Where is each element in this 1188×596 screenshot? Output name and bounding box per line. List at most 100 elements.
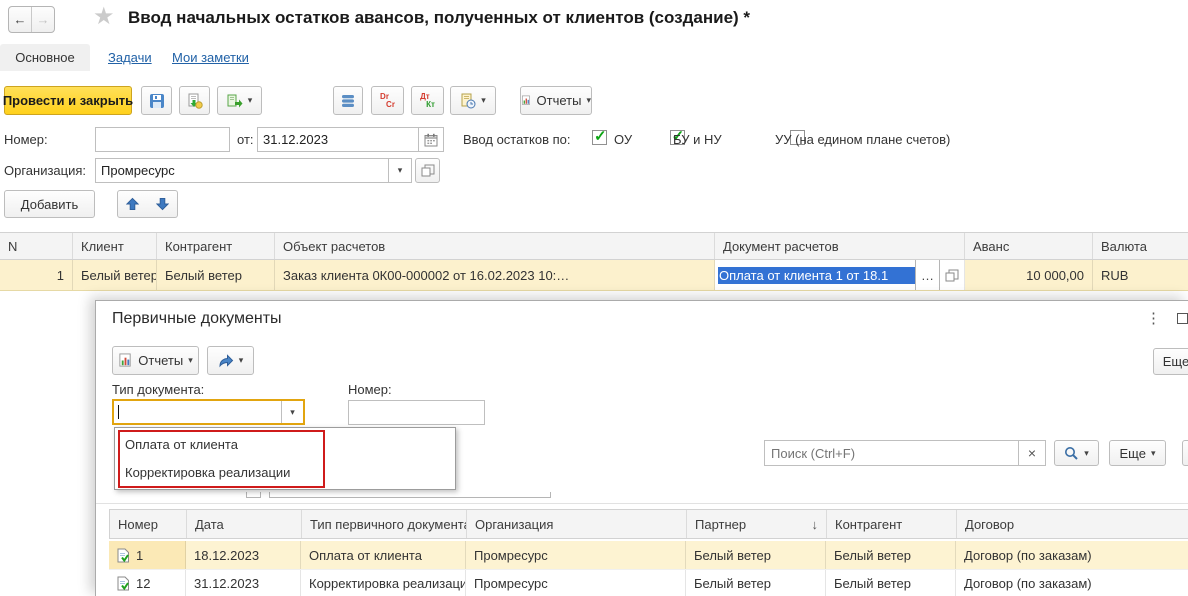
column-header-counterparty2[interactable]: Контрагент: [827, 510, 957, 538]
column-header-settlement-document[interactable]: Документ расчетов: [715, 233, 965, 259]
main-table-row[interactable]: 1 Белый ветер Белый ветер Заказ клиента …: [0, 260, 1188, 291]
search-button[interactable]: ▾: [1054, 440, 1099, 466]
cell-counterparty: Белый ветер: [826, 570, 956, 596]
back-icon: ←: [14, 12, 27, 27]
dropdown-item-correction[interactable]: Корректировка реализации: [125, 461, 290, 485]
arrow-up-icon: [126, 197, 139, 211]
cell-client: Белый ветер: [73, 260, 157, 290]
cell-n: 1: [0, 260, 73, 290]
ellipsis-icon: …: [921, 268, 934, 283]
cell-doc-type: Оплата от клиента: [301, 541, 466, 569]
list-more-label: Еще: [1120, 446, 1146, 461]
tab-my-notes[interactable]: Мои заметки: [172, 50, 249, 65]
move-up-button[interactable]: [117, 190, 148, 218]
column-header-client[interactable]: Клиент: [73, 233, 157, 259]
cell-counterparty: Белый ветер: [826, 541, 956, 569]
doc-type-combo[interactable]: ▾: [112, 399, 305, 425]
maximize-icon[interactable]: [1177, 313, 1188, 324]
cell-date: 18.12.2023: [186, 541, 301, 569]
kebab-menu-icon[interactable]: ⋮: [1146, 309, 1161, 327]
clear-search-button[interactable]: ×: [1018, 441, 1045, 465]
check-icon: ✓: [594, 127, 607, 145]
send-arrow-icon: [218, 354, 234, 368]
save-button[interactable]: [141, 86, 172, 115]
create-based-on-icon: [227, 93, 243, 109]
document-journal-button[interactable]: ▾: [450, 86, 496, 115]
row-number: 1: [136, 548, 143, 563]
organization-label: Организация:: [4, 163, 86, 178]
column-header-currency[interactable]: Валюта: [1093, 233, 1188, 259]
cell-partner: Белый ветер: [686, 570, 826, 596]
column-header-partner[interactable]: Партнер ↓: [687, 510, 827, 538]
dt-kt-icon: ДтКт: [420, 93, 435, 109]
cell-organization: Промресурс: [466, 541, 686, 569]
edo-button[interactable]: ▾: [207, 346, 254, 375]
list-more-button[interactable]: Еще ▾: [1109, 440, 1166, 466]
column-header-n[interactable]: N: [0, 233, 73, 259]
dr-cr-button[interactable]: DrCr: [371, 86, 404, 115]
open-link-icon: [421, 164, 435, 177]
search-input[interactable]: [765, 441, 1018, 465]
checkbox-ou[interactable]: ✓: [592, 130, 607, 145]
reports-button[interactable]: Отчеты ▾: [520, 86, 592, 115]
number-input[interactable]: [95, 127, 230, 152]
add-row-button[interactable]: Добавить: [4, 190, 95, 218]
document-clock-icon: [460, 93, 476, 109]
sort-desc-icon: ↓: [812, 517, 819, 532]
dialog-table-row[interactable]: 1 18.12.2023 Оплата от клиента Промресур…: [109, 541, 1188, 569]
caret-down-icon: ▾: [481, 96, 486, 105]
cell-partner: Белый ветер: [686, 541, 826, 569]
column-header-counterparty[interactable]: Контрагент: [157, 233, 275, 259]
dt-kt-button[interactable]: ДтКт: [411, 86, 444, 115]
column-header-organization[interactable]: Организация: [467, 510, 687, 538]
column-header-contract[interactable]: Договор: [957, 510, 1188, 538]
hidden-input-fragment: [269, 492, 551, 498]
forward-icon: →: [37, 12, 50, 27]
checkbox-bu-nu-label: БУ и НУ: [673, 132, 722, 147]
tab-main[interactable]: Основное: [0, 44, 90, 71]
dialog-more-button[interactable]: Еще: [1153, 348, 1188, 375]
organization-dropdown-button[interactable]: ▾: [388, 159, 411, 182]
clipped-button[interactable]: [1182, 440, 1188, 466]
post-and-close-button[interactable]: Провести и закрыть: [4, 86, 132, 115]
add-row-label: Добавить: [21, 197, 78, 212]
dialog-table-row[interactable]: 12 31.12.2023 Корректировка реализации П…: [109, 569, 1188, 596]
dialog-number-label: Номер:: [348, 382, 392, 397]
doc-type-dropdown-button[interactable]: ▾: [281, 401, 303, 423]
forward-button[interactable]: →: [32, 7, 54, 32]
move-down-button[interactable]: [147, 190, 178, 218]
report-icon: [521, 93, 532, 108]
choose-button[interactable]: …: [915, 260, 939, 290]
dialog-reports-button[interactable]: Отчеты ▾: [112, 346, 199, 375]
column-header-number[interactable]: Номер: [110, 510, 187, 538]
column-header-doc-type[interactable]: Тип первичного документа: [302, 510, 467, 538]
cell-contract: Договор (по заказам): [956, 570, 1188, 596]
doc-type-label: Тип документа:: [112, 382, 204, 397]
back-button[interactable]: ←: [9, 7, 32, 32]
cell-contract: Договор (по заказам): [956, 541, 1188, 569]
organization-input[interactable]: [96, 159, 388, 182]
column-header-date[interactable]: Дата: [187, 510, 302, 538]
doc-type-input[interactable]: [114, 401, 281, 423]
date-input[interactable]: [258, 128, 418, 151]
dropdown-item-payment[interactable]: Оплата от клиента: [125, 433, 238, 457]
favorite-star-icon[interactable]: ★: [93, 2, 115, 31]
caret-down-icon: ▾: [239, 356, 244, 365]
registers-button[interactable]: [333, 86, 363, 115]
row-number: 12: [136, 576, 150, 591]
tab-tasks[interactable]: Задачи: [108, 50, 152, 65]
create-based-on-button[interactable]: ▾: [217, 86, 262, 115]
cell-settlement-document-editor[interactable]: Оплата от клиента 1 от 18.1 …: [715, 260, 965, 290]
dialog-number-input[interactable]: [348, 400, 485, 425]
column-header-advance[interactable]: Аванс: [965, 233, 1093, 259]
date-field: [257, 127, 444, 152]
calendar-button[interactable]: [418, 128, 443, 151]
balances-by-label: Ввод остатков по:: [463, 132, 570, 147]
post-document-button[interactable]: [179, 86, 210, 115]
post-document-icon: [187, 93, 203, 109]
open-document-button[interactable]: [939, 260, 964, 290]
organization-open-button[interactable]: [415, 158, 440, 183]
caret-down-icon: ▾: [290, 408, 295, 417]
organization-field: ▾: [95, 158, 412, 183]
column-header-settlement-object[interactable]: Объект расчетов: [275, 233, 715, 259]
